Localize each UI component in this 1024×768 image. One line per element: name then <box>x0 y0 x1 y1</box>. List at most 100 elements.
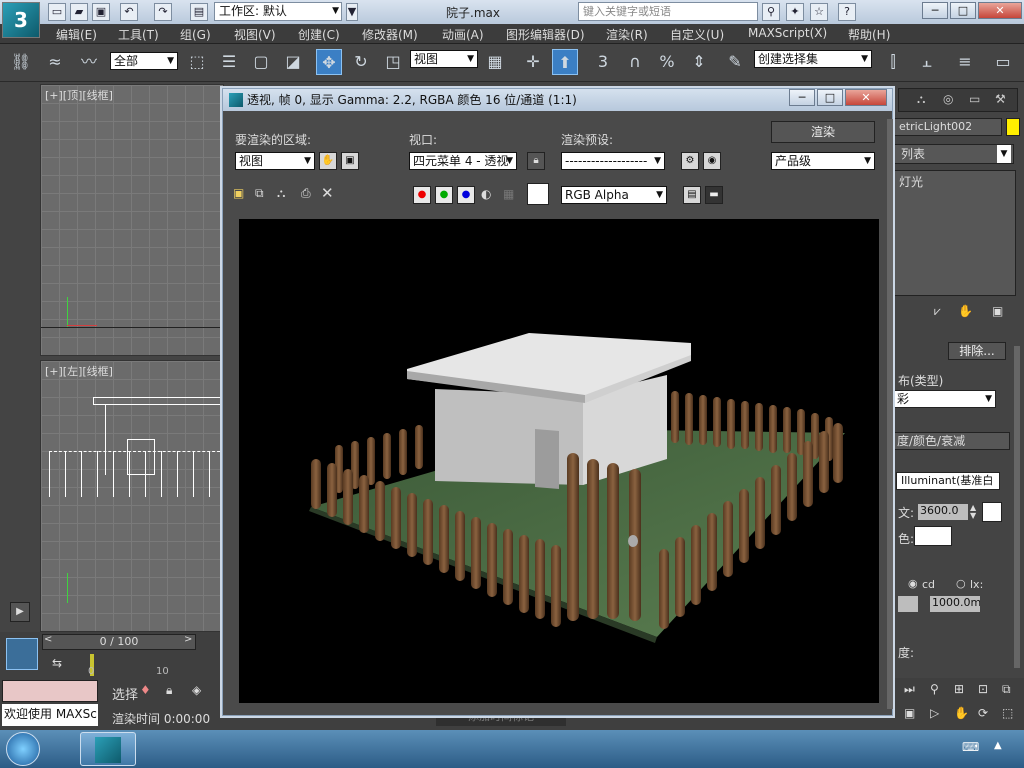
edit-named-selection-icon[interactable]: ✎ <box>722 49 748 75</box>
orbit-icon[interactable]: ⟳ <box>978 706 988 720</box>
intensity-color-rollout[interactable]: 度/颜色/衰减 <box>892 432 1010 450</box>
window-crossing-icon[interactable]: ◪ <box>280 49 306 75</box>
rectangle-selection-icon[interactable]: ▢ <box>248 49 274 75</box>
menu-group[interactable]: 组(G) <box>180 26 211 43</box>
illuminant-dropdown[interactable]: Illuminant(基准白 <box>896 472 1000 490</box>
area-to-render-dropdown[interactable]: 视图 ▼ <box>235 152 315 170</box>
hierarchy-tab-icon[interactable]: ⛬ <box>917 92 925 107</box>
undo-icon[interactable]: ↶ <box>120 3 138 21</box>
search-input[interactable]: 键入关键字或短语 <box>578 2 758 21</box>
welcome-maxscript-field[interactable]: 欢迎使用 MAXSc <box>2 704 98 726</box>
render-window-scrollbar[interactable] <box>887 119 893 709</box>
new-file-icon[interactable]: ▭ <box>48 3 66 21</box>
key-mode-icon[interactable]: ⏭ <box>904 682 915 697</box>
percent-snap-icon[interactable]: % <box>654 49 680 75</box>
intensity-input[interactable] <box>898 596 918 612</box>
time-slider-next-icon[interactable]: > <box>184 634 192 645</box>
start-button[interactable] <box>6 732 40 766</box>
zoom-extents-all-icon[interactable]: ⧉ <box>1002 682 1011 697</box>
viewport-left[interactable]: [+][左][线框] <box>40 360 224 632</box>
move-icon[interactable]: ✥ <box>316 49 342 75</box>
reference-coordinate-dropdown[interactable]: 视图 ▼ <box>410 50 478 68</box>
zoom-all-icon[interactable]: ⊞ <box>954 682 964 696</box>
snaps-toggle-icon[interactable]: 3 <box>590 49 616 75</box>
environment-effects-icon[interactable]: ◉ <box>703 152 721 170</box>
object-name-field[interactable]: etricLight002 <box>892 118 1002 136</box>
redo-icon[interactable]: ↷ <box>154 3 172 21</box>
toggle-ui-icon[interactable]: ▬ <box>705 186 723 204</box>
lx-input[interactable]: 1000.0mr <box>930 596 980 612</box>
absolute-mode-icon[interactable]: ◈ <box>192 683 201 697</box>
motion-tab-icon[interactable]: ◎ <box>943 92 953 106</box>
close-button[interactable]: ✕ <box>978 2 1022 19</box>
print-image-icon[interactable]: ⎙ <box>301 186 311 201</box>
display-channel-dropdown[interactable]: RGB Alpha ▼ <box>561 186 667 204</box>
blue-channel-toggle[interactable]: ● <box>457 186 475 204</box>
cd-radio[interactable]: ◉ <box>908 577 918 590</box>
rotate-icon[interactable]: ↻ <box>348 49 374 75</box>
render-preset-dropdown[interactable]: ------------------- ▼ <box>561 152 665 170</box>
viewport-dropdown[interactable]: 四元菜单 4 - 透视 ▼ <box>409 152 517 170</box>
render-setup-icon[interactable]: ⚙ <box>681 152 699 170</box>
menu-rendering[interactable]: 渲染(R) <box>606 26 648 43</box>
lock-viewport-icon[interactable]: 🔒︎ <box>527 152 545 170</box>
selection-filter-dropdown[interactable]: 全部 ▼ <box>110 52 178 70</box>
pan-view-icon[interactable]: ✋ <box>954 706 969 720</box>
copy-image-icon[interactable]: ⧉ <box>255 186 264 201</box>
display-tab-icon[interactable]: ▭ <box>969 92 980 106</box>
open-file-icon[interactable]: ▰ <box>70 3 88 21</box>
mirror-icon[interactable]: ⫿ <box>880 49 906 75</box>
clone-frame-icon[interactable]: ⛬ <box>277 186 285 201</box>
select-object-icon[interactable]: ⬚ <box>184 49 210 75</box>
unlink-icon[interactable]: ≈ <box>42 49 68 75</box>
render-window-titlebar[interactable]: 透视, 帧 0, 显示 Gamma: 2.2, RGBA 颜色 16 位/通道 … <box>223 89 892 111</box>
modifier-list-dropdown[interactable]: 列表 ▼ <box>892 144 1014 164</box>
workspace-dropdown[interactable]: 工作区: 默认 ▼ <box>214 2 342 21</box>
tray-expand-icon[interactable]: ▲ <box>994 740 1002 751</box>
maximize-button[interactable]: □ <box>950 2 976 19</box>
auto-region-icon[interactable]: ▣ <box>341 152 359 170</box>
kelvin-input[interactable]: 3600.0 <box>918 504 968 520</box>
maximize-viewport-icon[interactable]: ⬚ <box>1002 706 1013 720</box>
graphite-toolbar-icon[interactable]: ▭ <box>990 49 1016 75</box>
menu-customize[interactable]: 自定义(U) <box>670 26 724 43</box>
render-quality-dropdown[interactable]: 产品级 ▼ <box>771 152 875 170</box>
menu-animation[interactable]: 动画(A) <box>442 26 484 43</box>
favorites-star-icon[interactable]: ☆ <box>810 3 828 21</box>
maxscript-listener-mini[interactable] <box>2 680 98 702</box>
menu-help[interactable]: 帮助(H) <box>848 26 890 43</box>
menu-create[interactable]: 创建(C) <box>298 26 340 43</box>
help-icon[interactable]: ? <box>838 3 856 21</box>
viewport-top[interactable]: [+][顶][线框] <box>40 84 224 356</box>
modifier-stack-item[interactable]: 灯光 <box>899 173 923 190</box>
color-swatch[interactable] <box>527 183 549 205</box>
exclude-button[interactable]: 排除... <box>948 342 1006 360</box>
menu-maxscript[interactable]: MAXScript(X) <box>748 26 827 40</box>
monochrome-icon[interactable]: ▦ <box>503 187 514 201</box>
menu-modifiers[interactable]: 修改器(M) <box>362 26 418 43</box>
viewport-top-label[interactable]: [+][顶][线框] <box>45 87 113 103</box>
dolly-icon[interactable]: ▷ <box>930 706 939 720</box>
menu-view[interactable]: 视图(V) <box>234 26 276 43</box>
time-slider[interactable]: 0 / 100 <box>42 634 196 650</box>
menu-edit[interactable]: 编辑(E) <box>56 26 97 43</box>
clear-icon[interactable]: ✕ <box>321 184 334 202</box>
close-button[interactable]: ✕ <box>845 89 887 106</box>
app-logo-button[interactable]: 3 <box>2 2 40 38</box>
green-channel-toggle[interactable]: ● <box>435 186 453 204</box>
menu-tools[interactable]: 工具(T) <box>118 26 159 43</box>
save-file-icon[interactable]: ▣ <box>92 3 110 21</box>
viewport-layout-icon[interactable] <box>6 638 38 670</box>
command-panel-scrollbar[interactable] <box>1014 346 1020 668</box>
filter-color-swatch[interactable] <box>914 526 952 546</box>
lx-radio[interactable]: ○ <box>956 577 966 590</box>
show-end-result-icon[interactable]: ✋ <box>958 304 973 318</box>
zoom-extents-icon[interactable]: ⊡ <box>978 682 988 696</box>
spinner-snap-icon[interactable]: ⇕ <box>686 49 712 75</box>
distribution-dropdown[interactable]: 彩 ▼ <box>892 390 996 408</box>
lock-icon[interactable]: 🔒︎ <box>166 683 172 698</box>
scale-icon[interactable]: ◳ <box>380 49 406 75</box>
select-by-name-icon[interactable]: ☰ <box>216 49 242 75</box>
select-manipulate-icon[interactable]: ✛ <box>520 49 546 75</box>
utilities-tab-icon[interactable]: ⚒ <box>995 92 1006 106</box>
